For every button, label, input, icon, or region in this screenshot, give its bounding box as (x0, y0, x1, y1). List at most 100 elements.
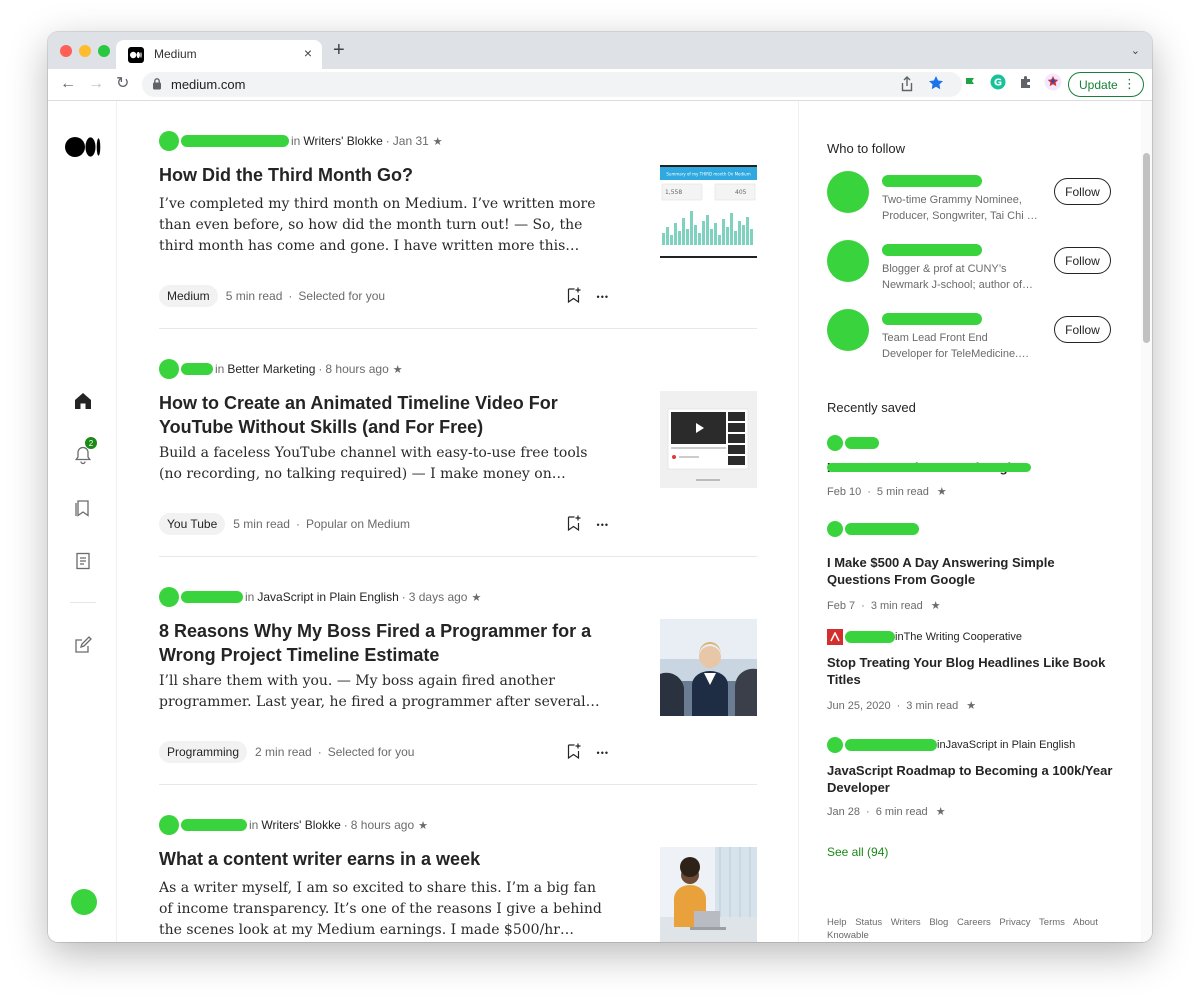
tab-search-chevron-icon[interactable]: ⌄ (1131, 44, 1140, 57)
follow-avatar[interactable] (827, 171, 869, 213)
save-bookmark-icon[interactable] (565, 514, 583, 535)
author-avatar[interactable] (159, 359, 179, 379)
new-tab-button[interactable]: + (333, 40, 345, 60)
write-pencil-icon[interactable] (73, 635, 93, 660)
follow-avatar[interactable] (827, 309, 869, 351)
author-name-redacted[interactable] (181, 363, 213, 375)
article-title[interactable]: How to Create an Animated Timeline Video… (159, 391, 609, 439)
saved-author-redacted[interactable] (845, 523, 919, 535)
article-card[interactable]: in Writers' Blokke · 8 hours ago ★ What … (159, 785, 757, 942)
window-minimize-button[interactable] (79, 45, 91, 57)
article-excerpt[interactable]: I’ve completed my third month on Medium.… (159, 194, 609, 257)
saved-author-redacted[interactable] (845, 631, 895, 643)
follow-button[interactable]: Follow (1054, 247, 1111, 274)
share-icon[interactable] (900, 76, 914, 97)
article-excerpt[interactable]: I’ll share them with you. — My boss agai… (159, 671, 609, 713)
article-card[interactable]: in JavaScript in Plain English · 3 days … (159, 557, 757, 785)
publication-name[interactable]: Better Marketing (227, 362, 315, 376)
footer-link-careers[interactable]: Careers (957, 917, 991, 928)
window-close-button[interactable] (60, 45, 72, 57)
back-button[interactable]: ← (60, 74, 76, 94)
tab-medium[interactable]: Medium × (116, 40, 322, 69)
topic-tag[interactable]: You Tube (159, 513, 226, 535)
follow-name-redacted[interactable] (882, 244, 982, 256)
footer-link-help[interactable]: Help (827, 917, 847, 928)
more-options-icon[interactable]: ••• (597, 292, 609, 302)
user-avatar[interactable] (71, 889, 97, 915)
scrollbar-thumb[interactable] (1143, 153, 1150, 343)
article-thumbnail[interactable] (660, 619, 757, 716)
topic-tag[interactable]: Programming (159, 741, 248, 763)
article-date: 3 days ago (408, 590, 468, 604)
footer-link-privacy[interactable]: Privacy (999, 917, 1030, 928)
saved-author-redacted[interactable] (845, 739, 937, 751)
follow-button[interactable]: Follow (1054, 178, 1111, 205)
reload-button[interactable]: ↻ (116, 74, 129, 94)
grammarly-icon[interactable]: G (990, 74, 1006, 95)
article-title[interactable]: How Did the Third Month Go? (159, 163, 609, 187)
stories-document-icon[interactable] (73, 551, 93, 576)
lists-bookmark-icon[interactable] (73, 498, 93, 523)
follow-name-redacted[interactable] (882, 175, 982, 187)
publication-name[interactable]: JavaScript in Plain English (257, 590, 398, 604)
saved-title[interactable]: JavaScript Roadmap to Becoming a 100k/Ye… (827, 762, 1117, 796)
saved-title[interactable]: Stop Treating Your Blog Headlines Like B… (827, 654, 1117, 688)
author-name-redacted[interactable] (181, 819, 247, 831)
chrome-menu-icon[interactable]: ⋮ (1123, 76, 1136, 92)
author-avatar[interactable] (159, 587, 179, 607)
author-avatar[interactable] (159, 131, 179, 151)
footer-link-knowable[interactable]: Knowable (827, 930, 869, 941)
saved-author-avatar[interactable] (827, 521, 843, 537)
article-title[interactable]: 8 Reasons Why My Boss Fired a Programmer… (159, 619, 609, 667)
publication-name[interactable]: Writers' Blokke (261, 818, 340, 832)
saved-publication[interactable]: JavaScript in Plain English (946, 739, 1076, 751)
forward-button[interactable]: → (88, 74, 104, 94)
follow-avatar[interactable] (827, 240, 869, 282)
article-title[interactable]: What a content writer earns in a week (159, 847, 609, 871)
article-thumbnail[interactable]: Summary of my THIRD month On Medium 1,55… (660, 163, 757, 260)
footer-link-terms[interactable]: Terms (1039, 917, 1065, 928)
notifications-bell-icon[interactable]: 2 (73, 437, 97, 470)
article-thumbnail[interactable] (660, 847, 757, 942)
save-bookmark-icon[interactable] (565, 286, 583, 307)
saved-publication[interactable]: The Writing Cooperative (904, 631, 1022, 643)
article-thumbnail[interactable] (660, 391, 757, 488)
see-all-saved-link[interactable]: See all (94) (827, 845, 888, 859)
author-avatar[interactable] (159, 815, 179, 835)
saved-author-redacted[interactable] (845, 437, 879, 449)
publication-name[interactable]: Writers' Blokke (303, 134, 382, 148)
article-excerpt[interactable]: Build a faceless YouTube channel with ea… (159, 443, 609, 485)
profile-avatar-icon[interactable] (1044, 73, 1062, 96)
window-zoom-button[interactable] (98, 45, 110, 57)
saved-author-avatar[interactable] (827, 737, 843, 753)
home-icon[interactable] (73, 391, 93, 416)
footer-link-writers[interactable]: Writers (891, 917, 921, 928)
extensions-puzzle-icon[interactable] (1018, 74, 1034, 95)
more-options-icon[interactable]: ••• (597, 748, 609, 758)
bookmark-star-icon[interactable] (928, 75, 944, 96)
tab-close-icon[interactable]: × (304, 45, 312, 61)
footer-link-about[interactable]: About (1073, 917, 1098, 928)
writing-cooperative-logo-icon[interactable] (827, 629, 843, 645)
topic-tag[interactable]: Medium (159, 285, 218, 307)
extension-flag-icon[interactable] (964, 75, 976, 93)
footer-link-blog[interactable]: Blog (929, 917, 948, 928)
author-name-redacted[interactable] (181, 591, 243, 603)
follow-button[interactable]: Follow (1054, 316, 1111, 343)
article-card[interactable]: in Better Marketing · 8 hours ago ★ How … (159, 329, 757, 557)
more-options-icon[interactable]: ••• (597, 520, 609, 530)
saved-footer: Feb 7 · 3 min read ★ (827, 599, 941, 613)
article-excerpt[interactable]: As a writer myself, I am so excited to s… (159, 878, 609, 941)
save-bookmark-icon[interactable] (565, 742, 583, 763)
footer-link-status[interactable]: Status (855, 917, 882, 928)
author-name-redacted[interactable] (181, 135, 289, 147)
saved-author-avatar[interactable] (827, 435, 843, 451)
saved-title[interactable]: I Make $500 A Day Answering Simple Quest… (827, 554, 1117, 588)
page-scrollbar[interactable] (1141, 101, 1152, 942)
article-card[interactable]: in Writers' Blokke · Jan 31 ★ How Did th… (159, 101, 757, 329)
address-bar[interactable]: medium.com (142, 72, 962, 97)
medium-logo-icon[interactable] (65, 137, 101, 162)
follow-name-redacted[interactable] (882, 313, 982, 325)
follow-bio: Blogger & prof at CUNY’s Newmark J-schoo… (882, 263, 1033, 291)
update-button[interactable]: Update ⋮ (1068, 72, 1144, 97)
